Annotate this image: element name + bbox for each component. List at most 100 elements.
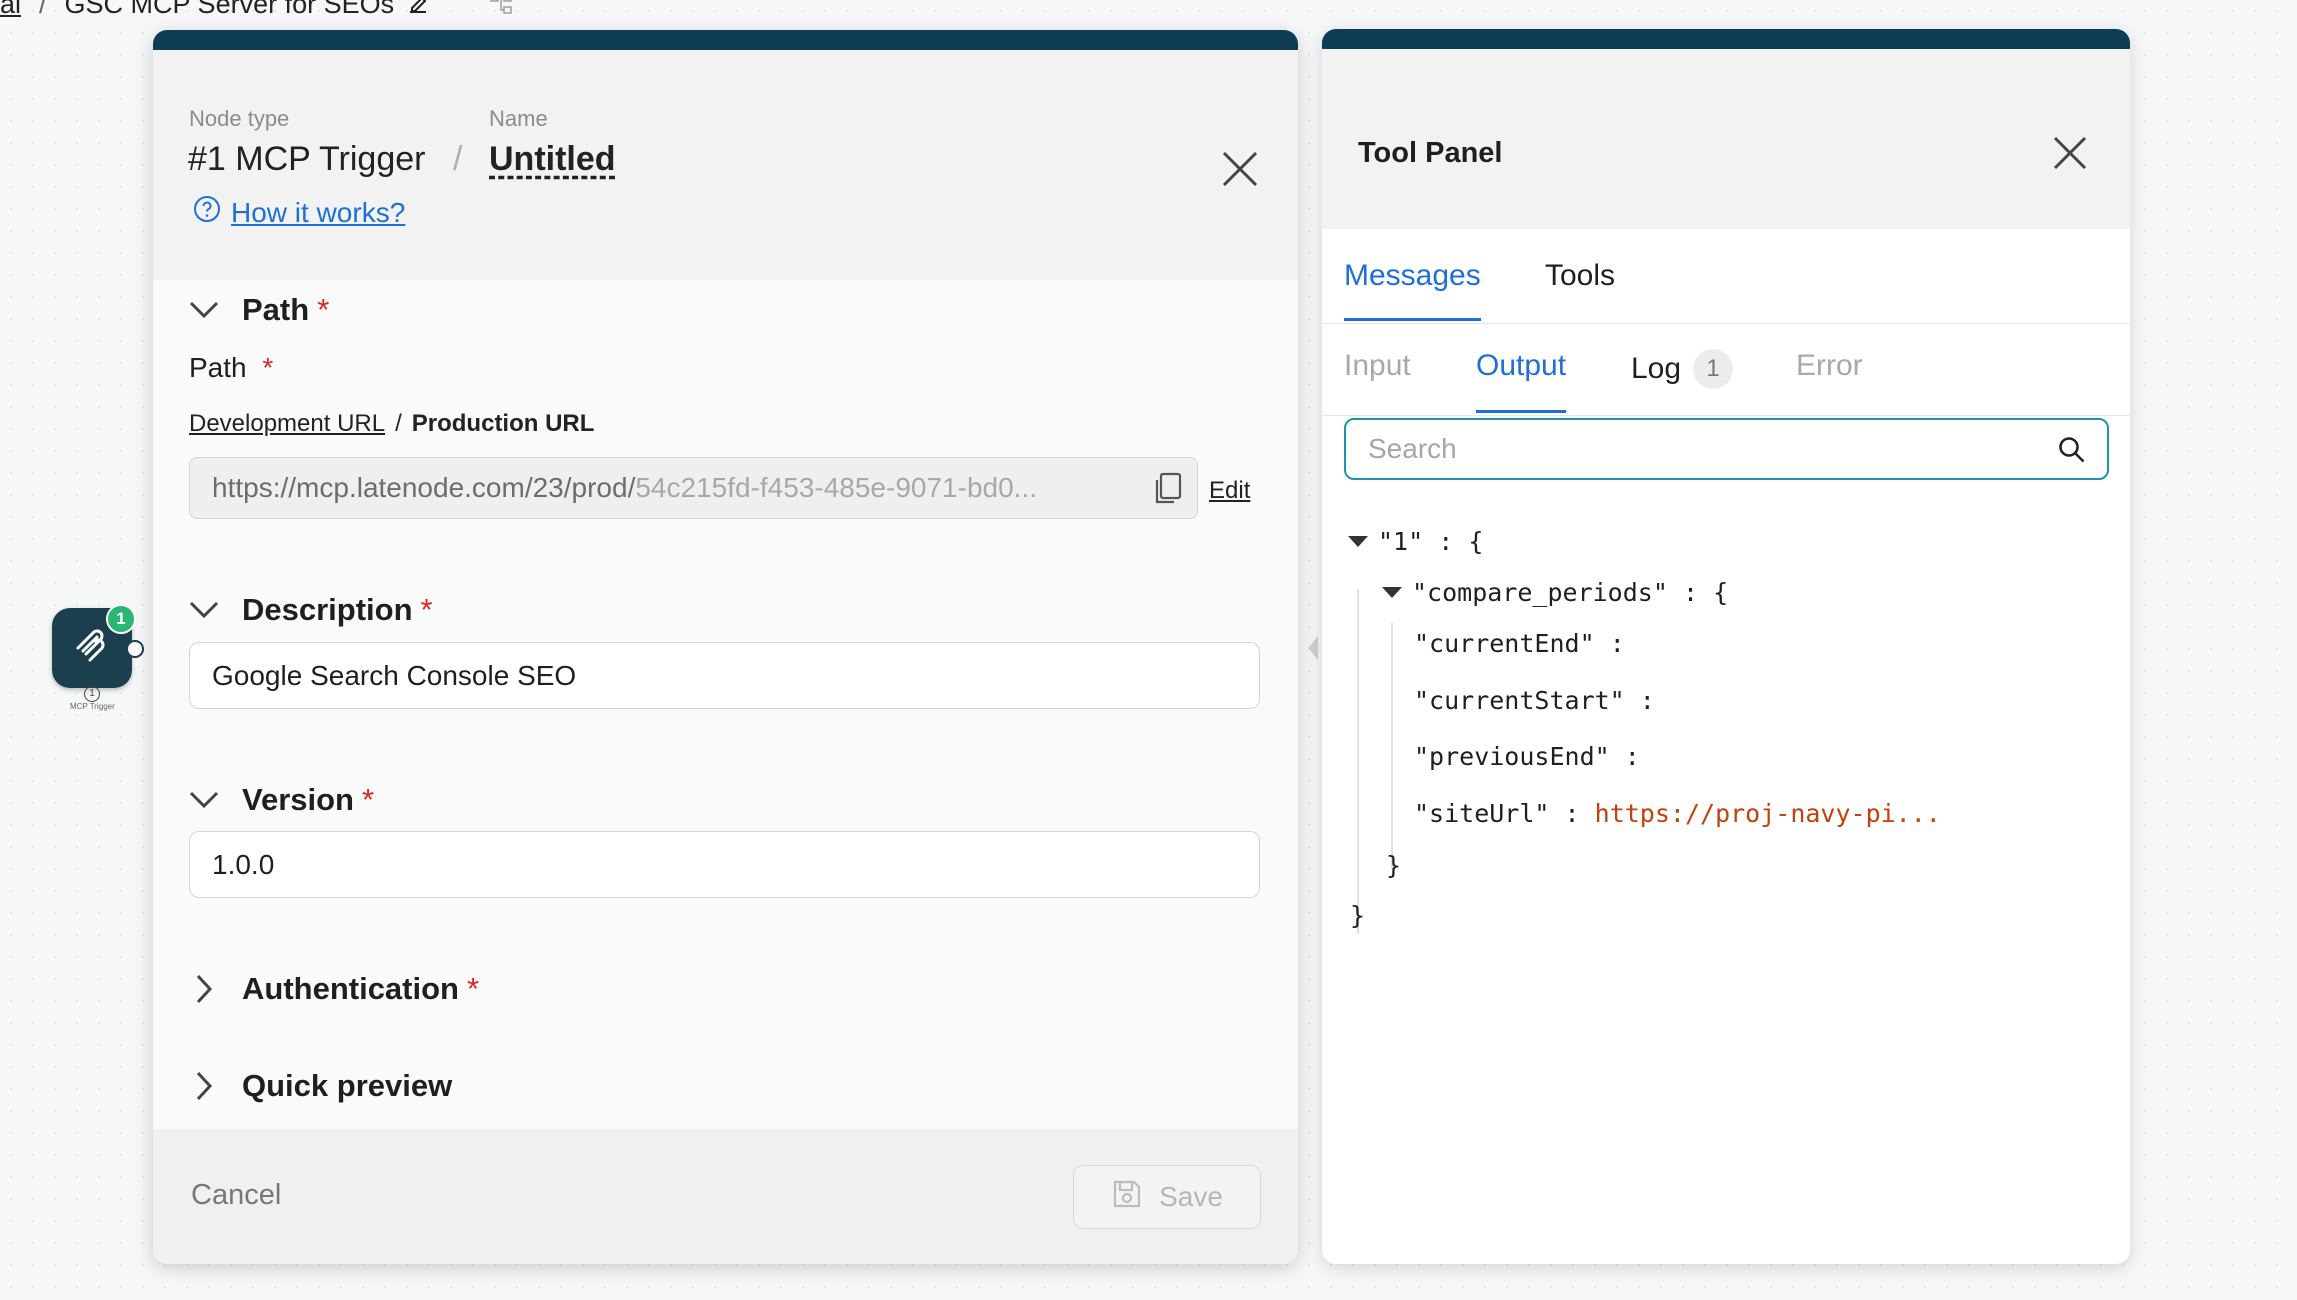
- mcp-logo-icon: [70, 624, 114, 673]
- section-version-title: Version: [242, 782, 354, 817]
- save-button[interactable]: Save: [1073, 1165, 1261, 1229]
- tool-panel: Tool Panel Messages Tools Input Output L…: [1322, 29, 2130, 1264]
- search-icon[interactable]: [2057, 435, 2087, 472]
- json-key-row: "currentStart" :: [1414, 686, 1655, 715]
- json-brace: {: [1468, 527, 1484, 556]
- section-description-title: Description: [242, 592, 413, 627]
- search-placeholder: Search: [1368, 433, 1457, 464]
- development-url-link[interactable]: Development URL: [189, 410, 385, 437]
- json-colon: :: [1639, 686, 1655, 715]
- close-icon[interactable]: [1221, 150, 1259, 193]
- json-key: "currentEnd": [1414, 629, 1595, 658]
- chevron-right-icon: [188, 1070, 220, 1102]
- required-mark: *: [362, 782, 375, 817]
- chevron-down-icon: [188, 784, 220, 816]
- section-authentication-header[interactable]: Authentication *: [188, 971, 479, 1007]
- node-badge: 1: [106, 604, 136, 634]
- json-object-row[interactable]: "compare_periods" : {: [1382, 578, 1728, 607]
- header-slash: /: [453, 140, 463, 178]
- panel-header: Tool Panel: [1322, 49, 2130, 229]
- json-key-row: "previousEnd" :: [1414, 742, 1640, 771]
- tree-guide-line: [1357, 589, 1359, 934]
- json-colon: :: [1624, 742, 1640, 771]
- how-it-works-text: How it works?: [231, 196, 406, 228]
- subtab-output[interactable]: Output: [1476, 349, 1567, 413]
- production-url-tab[interactable]: Production URL: [412, 410, 595, 437]
- scenario-title: GSC MCP Server for SEOs: [64, 0, 395, 19]
- copy-icon[interactable]: [1153, 472, 1183, 511]
- how-it-works-link[interactable]: How it works?: [193, 195, 405, 230]
- section-authentication-title: Authentication: [242, 971, 459, 1006]
- tab-messages[interactable]: Messages: [1344, 259, 1481, 321]
- name-label: Name: [489, 106, 548, 131]
- log-count-badge: 1: [1693, 349, 1734, 389]
- json-key-row: "currentEnd" :: [1414, 629, 1625, 658]
- section-quick-preview-header[interactable]: Quick preview: [188, 1068, 452, 1104]
- panel-top-bar: [1322, 29, 2130, 49]
- json-string-value[interactable]: https://proj-navy-pi...: [1595, 799, 1941, 828]
- url-separator: /: [395, 410, 402, 437]
- json-root-key: "1": [1378, 527, 1424, 556]
- required-mark: *: [262, 352, 274, 383]
- section-description-header[interactable]: Description *: [188, 592, 433, 628]
- json-key: "previousEnd": [1414, 742, 1610, 771]
- required-mark: *: [420, 592, 433, 627]
- breadcrumb-separator: /: [39, 0, 47, 19]
- subtab-log[interactable]: Log 1: [1631, 349, 1734, 389]
- caret-down-icon[interactable]: [1348, 536, 1368, 547]
- node-type-label: Node type: [189, 106, 290, 131]
- required-mark: *: [467, 971, 480, 1006]
- breadcrumb-prev-link[interactable]: al: [0, 0, 21, 20]
- json-brace: {: [1713, 578, 1729, 607]
- dialog-footer: Cancel Save: [153, 1129, 1298, 1264]
- node-name-input[interactable]: Untitled: [489, 140, 616, 179]
- chevron-down-icon: [188, 294, 220, 326]
- dialog-top-bar: [153, 30, 1298, 50]
- node-label: MCP Trigger: [70, 702, 115, 711]
- url-suffix: 54c215fd-f453-485e-9071-bd0...: [635, 472, 1037, 503]
- path-field-label: Path *: [189, 352, 273, 384]
- json-root-row[interactable]: "1" : {: [1348, 527, 1483, 556]
- json-key: "siteUrl": [1414, 799, 1550, 828]
- help-circle-icon: [193, 195, 231, 230]
- section-version-header[interactable]: Version *: [188, 782, 374, 818]
- description-input[interactable]: Google Search Console SEO: [189, 642, 1260, 709]
- section-path-title: Path: [242, 292, 310, 327]
- json-object-key: "compare_periods": [1412, 578, 1668, 607]
- json-key-row: "siteUrl" : https://proj-navy-pi...: [1414, 799, 1941, 828]
- json-brace: }: [1386, 851, 1402, 880]
- node-number: 1: [84, 686, 100, 702]
- panel-collapse-handle[interactable]: [1308, 636, 1318, 660]
- node-output-port[interactable]: [126, 640, 144, 658]
- caret-down-icon[interactable]: [1382, 587, 1402, 598]
- close-icon[interactable]: [2052, 135, 2088, 176]
- subtab-input[interactable]: Input: [1344, 349, 1411, 383]
- json-colon: :: [1682, 578, 1698, 607]
- path-field-label-text: Path: [189, 352, 247, 383]
- json-colon: :: [1438, 527, 1454, 556]
- subtab-log-label: Log: [1631, 352, 1682, 385]
- node-type-value: #1 MCP Trigger: [188, 140, 426, 178]
- cancel-button[interactable]: Cancel: [191, 1179, 281, 1212]
- pencil-icon[interactable]: [406, 0, 430, 16]
- subtab-error[interactable]: Error: [1796, 349, 1863, 383]
- chevron-right-icon: [188, 973, 220, 1005]
- breadcrumb: al / GSC MCP Server for SEOs: [0, 0, 512, 22]
- dialog-header: Node type Name #1 MCP Trigger / Untitled…: [153, 50, 1298, 280]
- section-path-header[interactable]: Path *: [188, 292, 329, 328]
- search-input[interactable]: Search: [1344, 418, 2109, 480]
- url-prefix: https://mcp.latenode.com/23/prod/: [212, 472, 636, 503]
- tree-guide-line: [1391, 623, 1393, 869]
- tab-tools[interactable]: Tools: [1545, 259, 1615, 293]
- tree-icon[interactable]: [490, 0, 512, 15]
- json-colon: :: [1609, 629, 1625, 658]
- json-close-row: }: [1350, 901, 1365, 930]
- node-settings-dialog: Node type Name #1 MCP Trigger / Untitled…: [153, 30, 1298, 1264]
- url-field[interactable]: https://mcp.latenode.com/23/prod/54c215f…: [189, 457, 1198, 519]
- version-input[interactable]: 1.0.0: [189, 831, 1260, 898]
- edit-url-link[interactable]: Edit: [1209, 477, 1250, 505]
- json-colon: :: [1564, 799, 1580, 828]
- panel-tabs: Messages Tools: [1322, 229, 2130, 324]
- floppy-disk-icon: [1111, 1178, 1159, 1217]
- panel-title: Tool Panel: [1358, 137, 1503, 169]
